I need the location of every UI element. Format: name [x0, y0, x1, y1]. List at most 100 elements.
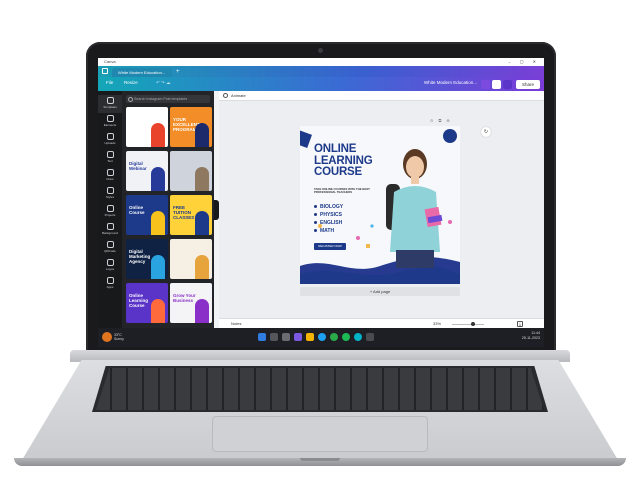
weather-icon[interactable] [102, 332, 112, 342]
template-photo [151, 299, 165, 323]
new-tab-icon[interactable]: + [176, 68, 180, 76]
window-title: Canva [104, 59, 116, 64]
refresh-icon[interactable]: ↻ [481, 127, 491, 137]
rail-uploads[interactable]: Uploads [98, 131, 122, 149]
zoom-level: 33% [433, 321, 442, 326]
qrcode-icon [106, 241, 114, 248]
home-icon[interactable] [102, 68, 108, 74]
task-view-icon[interactable] [282, 333, 290, 341]
notes-button[interactable]: Notes [231, 321, 241, 326]
canva-app-icon[interactable] [354, 333, 362, 341]
draw-icon [106, 169, 114, 176]
rail-draw[interactable]: Draw [98, 167, 122, 185]
start-icon[interactable] [258, 333, 266, 341]
elements-icon [106, 115, 114, 122]
rail-templates[interactable]: Templates [98, 95, 122, 113]
template-thumbnail[interactable]: Online Course [126, 195, 168, 235]
clock-time: 11:44 [531, 331, 540, 335]
upload-icon [106, 133, 114, 140]
webcam [318, 48, 323, 53]
template-search-input[interactable]: Search Instagram Post templates [126, 95, 210, 103]
design-page[interactable]: ONLINE LEARNING COURSE TAKE ONLINE COURS… [300, 126, 460, 284]
poster-subline: TAKE ONLINE COURSES WITH THE BEST PROFES… [314, 187, 370, 195]
page-actions-icons[interactable]: ⊙ ⧉ ⊕ [430, 118, 452, 123]
template-thumbnail[interactable]: Digital Webinar [126, 151, 168, 191]
window-titlebar: Canva – ▢ ✕ [98, 58, 544, 66]
subject-item: PHYSICS [314, 212, 342, 218]
headline-line-3: COURSE [314, 166, 363, 178]
template-thumbnail[interactable] [170, 151, 212, 191]
clock-date: 25-11-2023 [521, 336, 540, 340]
window-controls[interactable]: – ▢ ✕ [508, 59, 540, 64]
register-button: REGISTER NOW [314, 243, 346, 250]
headline-line-1: ONLINE [314, 143, 357, 155]
trackpad [212, 416, 428, 452]
lid-notch [300, 458, 340, 461]
page-count-button[interactable]: 1 [517, 321, 523, 327]
template-photo [151, 167, 165, 191]
settings-icon[interactable] [366, 333, 374, 341]
rail-apps[interactable]: Apps [98, 275, 122, 293]
template-thumbnail[interactable]: Grow Your Business [170, 283, 212, 323]
spotify-icon[interactable] [342, 333, 350, 341]
template-thumbnail[interactable]: YOUR EXCELLENT PROGRAM [170, 107, 212, 147]
os-taskbar: 33°C Sunny 11:44 25-11-2023 [98, 328, 544, 347]
subject-item: ENGLISH [314, 220, 342, 226]
template-thumbnail[interactable] [126, 107, 168, 147]
chrome-icon[interactable] [330, 333, 338, 341]
template-thumbnail[interactable]: Digital Marketing Agency [126, 239, 168, 279]
template-thumbnail[interactable]: Online Learning Course [126, 283, 168, 323]
context-toolbar: Animate [219, 91, 544, 101]
system-clock[interactable]: 11:44 25-11-2023 [522, 331, 540, 341]
template-photo [195, 123, 209, 147]
template-thumbnail[interactable]: FREE TUITION CLASSES [170, 195, 212, 235]
search-taskbar-icon[interactable] [270, 333, 278, 341]
rail-background[interactable]: Background [98, 221, 122, 239]
animate-button[interactable]: Animate [231, 93, 246, 98]
rail-projects[interactable]: Projects [98, 203, 122, 221]
undo-redo-icon[interactable]: ↶ ↷ ☁ [156, 80, 171, 86]
text-icon [106, 151, 114, 158]
rail-styles[interactable]: Styles [98, 185, 122, 203]
zoom-slider-knob[interactable] [471, 322, 475, 326]
template-title: YOUR EXCELLENT PROGRAM [173, 117, 200, 132]
styles-icon [106, 187, 114, 194]
templates-icon [106, 97, 114, 104]
teams-icon[interactable] [294, 333, 302, 341]
template-thumbnail[interactable] [170, 239, 212, 279]
rail-elements[interactable]: Elements [98, 113, 122, 131]
tab-strip: White Modern Education... + [98, 66, 544, 77]
search-icon [128, 97, 133, 102]
logo-icon [106, 259, 114, 266]
rail-qrcode[interactable]: QRCode [98, 239, 122, 257]
user-avatar[interactable] [503, 80, 512, 89]
tab-document[interactable]: White Modern Education... [112, 68, 172, 77]
add-page-button[interactable]: + Add page [300, 287, 460, 296]
screen: Canva – ▢ ✕ White Modern Education... + … [98, 58, 544, 347]
keyboard-keys [96, 368, 544, 410]
file-explorer-icon[interactable] [306, 333, 314, 341]
template-photo [195, 211, 209, 235]
collaborator-avatar[interactable] [492, 80, 501, 89]
template-title: Digital Marketing Agency [129, 249, 151, 264]
template-title: Digital Webinar [129, 161, 147, 171]
student-photo [386, 149, 443, 268]
resize-menu[interactable]: Resize [124, 80, 138, 85]
template-title: Online Learning Course [129, 293, 149, 308]
rail-logos[interactable]: Logos [98, 257, 122, 275]
templates-panel: Search Instagram Post templates YOUR EXC… [122, 91, 214, 339]
rail-text[interactable]: Text [98, 149, 122, 167]
laptop: Canva – ▢ ✕ White Modern Education... + … [0, 0, 640, 504]
upgrade-icon[interactable] [481, 80, 490, 89]
background-icon [106, 223, 114, 230]
template-title: Grow Your Business [173, 293, 196, 303]
share-button[interactable]: Share [516, 80, 540, 89]
projects-icon [106, 205, 114, 212]
document-title[interactable]: White Modern Education... [424, 80, 477, 85]
design-canvas-area: Animate ⊙ ⧉ ⊕ ↻ ONLINE LEARNING COURSE T… [219, 91, 544, 339]
edge-icon[interactable] [318, 333, 326, 341]
template-photo [195, 255, 209, 279]
subject-item: MATH [314, 228, 334, 234]
file-menu[interactable]: File [106, 80, 113, 85]
zoom-slider[interactable] [452, 324, 484, 325]
